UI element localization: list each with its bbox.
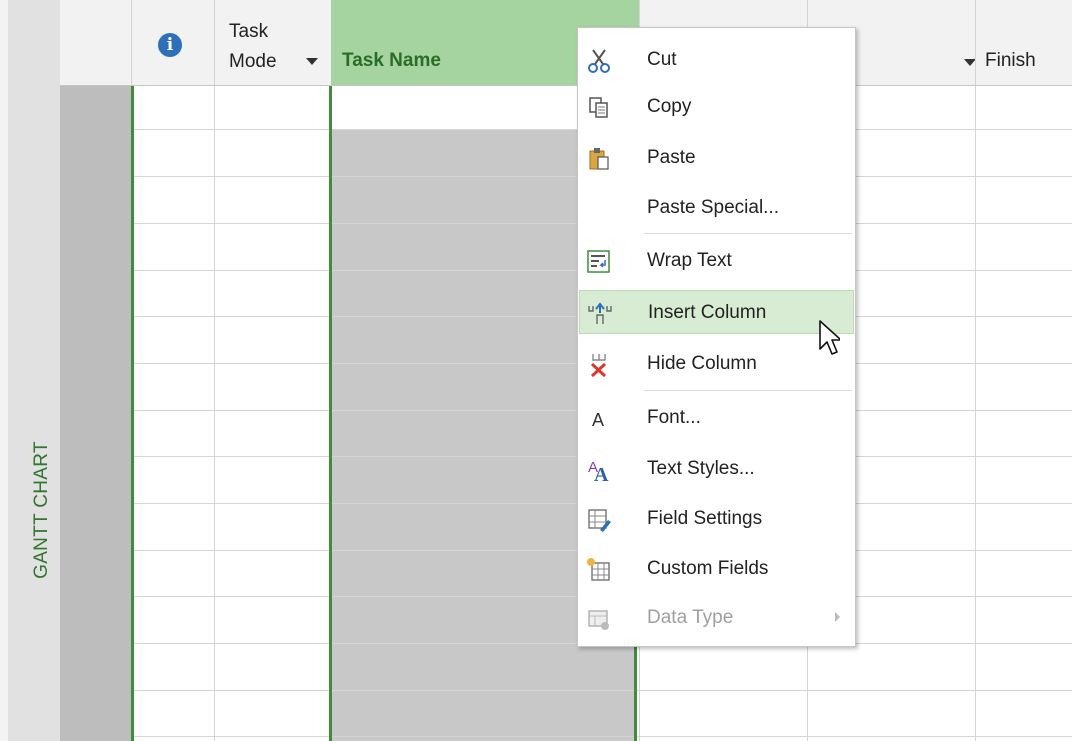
copy-icon [589,97,608,118]
menu-item-font[interactable]: A Font... [579,396,854,440]
menu-item-label: Font... [647,407,701,428]
menu-item-label: Insert Column [648,302,767,323]
row-header-column[interactable] [60,86,131,741]
finish-label: Finish [985,50,1036,71]
menu-item-label: Copy [647,96,692,117]
menu-item-paste-special[interactable]: Paste Special... [579,186,854,230]
svg-text:A: A [592,410,604,430]
text-styles-icon: A A [588,459,609,484]
menu-item-label: Field Settings [647,508,763,529]
menu-separator [644,390,852,391]
context-menu: Cut Copy Paste Paste Special... Wrap Tex… [577,27,856,647]
dropdown-arrow-icon[interactable] [306,58,318,65]
task-name-label: Task Name [342,50,441,71]
menu-item-text-styles[interactable]: A A Text Styles... [579,447,854,491]
insert-column-icon [588,302,612,324]
info-icon: i [158,33,182,57]
menu-item-label: Paste Special... [647,197,780,218]
menu-item-wrap-text[interactable]: Wrap Text [579,239,854,283]
column-header-row: i Task Mode Task Name rt Finish [60,0,1072,86]
submenu-arrow-icon [835,612,840,622]
menu-item-label: Custom Fields [647,558,769,579]
column-header-indicators[interactable]: i [131,0,214,85]
project-window: GANTT CHART i Task Mode Task Name rt Fin… [0,0,1072,741]
scissors-icon [588,49,610,73]
menu-item-label: Cut [647,49,677,70]
menu-item-label: Data Type [647,607,734,628]
view-label: GANTT CHART [31,441,52,579]
wrap-text-icon [587,250,610,273]
row-header-selection-line [131,86,134,741]
column-header-finish[interactable]: Finish [975,0,1072,85]
menu-item-insert-column[interactable]: Insert Column [579,290,854,334]
column-header-task-mode[interactable]: Task Mode [214,0,331,85]
menu-item-label: Wrap Text [647,250,732,271]
view-bar[interactable]: GANTT CHART [8,0,60,741]
field-settings-icon [588,509,611,532]
task-mode-label-line1: Task [229,21,269,42]
menu-item-hide-column[interactable]: Hide Column [579,342,854,386]
menu-item-label: Paste [647,147,696,168]
menu-item-paste[interactable]: Paste [579,136,854,180]
menu-separator [644,233,852,234]
task-mode-label-line2: Mode [229,51,277,72]
hide-column-icon [590,354,607,378]
menu-item-copy[interactable]: Copy [579,85,854,129]
menu-item-label: Text Styles... [647,458,755,479]
menu-item-cut[interactable]: Cut [579,38,854,82]
custom-fields-icon [587,558,610,581]
menu-item-field-settings[interactable]: Field Settings [579,497,854,541]
menu-item-data-type[interactable]: Data Type [579,596,854,640]
mouse-pointer-icon [819,320,840,355]
data-type-icon [588,610,609,630]
svg-text:A: A [594,464,609,484]
menu-item-label: Hide Column [647,353,757,374]
menu-item-custom-fields[interactable]: Custom Fields [579,547,854,591]
paste-icon [589,148,609,170]
font-icon: A [592,410,604,430]
